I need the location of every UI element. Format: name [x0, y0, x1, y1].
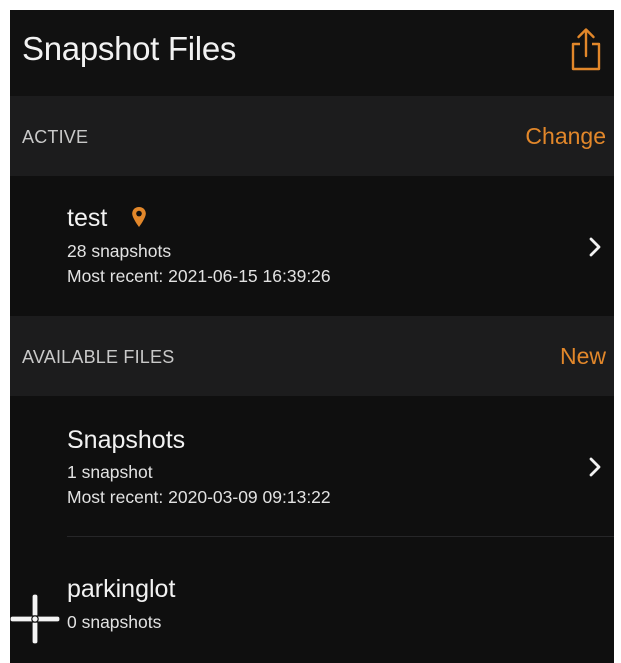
available-files-section-title: AVAILABLE FILES	[22, 347, 175, 367]
active-file-name: test	[67, 204, 108, 232]
file-row-parkinglot[interactable]: parkinglot 0 snapshots	[10, 537, 614, 663]
available-files-section-header: AVAILABLE FILES New	[10, 316, 614, 396]
location-pin-icon	[131, 206, 147, 228]
file-recent: Most recent: 2020-03-09 09:13:22	[67, 487, 331, 507]
snapshot-files-screen: Snapshot Files ACTIVE Change test 28 sna…	[10, 10, 614, 663]
active-file-recent: Most recent: 2021-06-15 16:39:26	[67, 266, 331, 286]
navigation-bar: Snapshot Files	[10, 10, 614, 96]
active-file-row[interactable]: test 28 snapshots Most recent: 2021-06-1…	[10, 176, 614, 316]
page-title: Snapshot Files	[22, 30, 237, 67]
file-count: 1 snapshot	[67, 462, 153, 482]
active-file-count: 28 snapshots	[67, 241, 172, 261]
file-count: 0 snapshots	[67, 612, 162, 632]
share-button[interactable]	[566, 24, 606, 74]
change-button[interactable]: Change	[525, 123, 606, 150]
file-row-snapshots[interactable]: Snapshots 1 snapshot Most recent: 2020-0…	[10, 396, 614, 536]
chevron-right-icon	[584, 236, 606, 258]
move-cursor-icon	[10, 592, 60, 646]
chevron-right-icon	[584, 456, 606, 478]
file-name: parkinglot	[67, 575, 176, 603]
file-name: Snapshots	[67, 426, 186, 454]
active-section-header: ACTIVE Change	[10, 96, 614, 176]
new-file-button[interactable]: New	[560, 343, 606, 370]
active-section-title: ACTIVE	[22, 127, 89, 147]
share-icon	[571, 28, 601, 71]
